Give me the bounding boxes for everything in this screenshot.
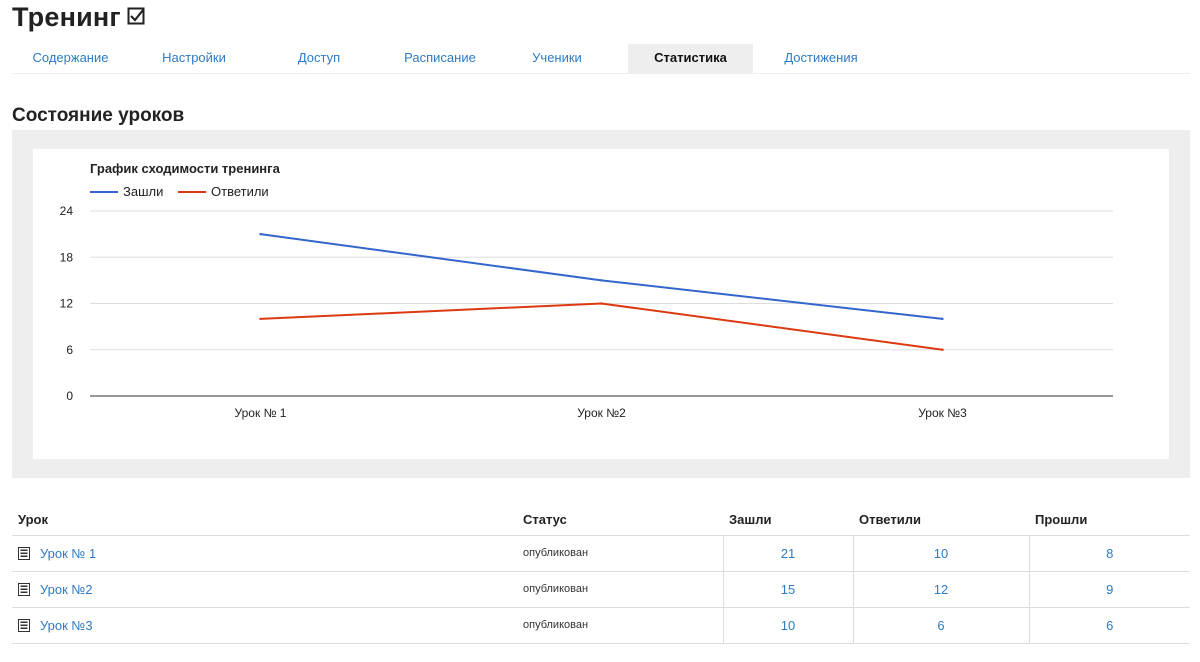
- document-list-icon: [18, 618, 30, 632]
- y-tick-label: 18: [60, 250, 74, 264]
- y-tick-label: 6: [66, 343, 73, 357]
- entered-count-link[interactable]: 15: [722, 571, 853, 608]
- y-tick-label: 0: [66, 389, 73, 403]
- answered-count-link[interactable]: 10: [852, 535, 1029, 572]
- x-tick-label: Урок № 1: [235, 406, 287, 420]
- lesson-link[interactable]: Урок №3: [40, 618, 93, 633]
- document-list-icon: [18, 546, 30, 560]
- header-lesson: Урок: [12, 505, 517, 536]
- table-row: Урок № 1 опубликован 21 10 8: [12, 535, 1190, 572]
- data-point: [941, 317, 944, 321]
- tab-content[interactable]: Содержание: [12, 44, 129, 74]
- tab-access[interactable]: Доступ: [284, 44, 354, 74]
- tab-achievements[interactable]: Достижения: [772, 44, 870, 74]
- section-title: Состояние уроков: [12, 105, 185, 126]
- answered-count-link[interactable]: 12: [852, 571, 1029, 608]
- legend-label: Зашли: [123, 184, 163, 199]
- header-answered: Ответили: [853, 505, 1029, 536]
- y-tick-label: 12: [60, 297, 74, 311]
- table-row: Урок №2 опубликован 15 12 9: [12, 571, 1190, 608]
- data-point: [259, 317, 262, 321]
- series-line-1: [260, 302, 943, 351]
- status-cell: опубликован: [517, 571, 723, 608]
- tab-bar: Содержание Настройки Доступ Расписание У…: [12, 40, 1190, 74]
- header-entered: Зашли: [723, 505, 853, 536]
- passed-count-link[interactable]: 8: [1028, 535, 1190, 572]
- status-cell: опубликован: [517, 535, 723, 572]
- series-line-0: [260, 233, 943, 320]
- data-point: [941, 348, 944, 351]
- tab-settings[interactable]: Настройки: [148, 44, 240, 74]
- chart-card: 0 6 12 18 24 Урок № 1 Урок №2 Урок №3 График сх…: [33, 149, 1169, 459]
- chart-title: График сходимости тренинга: [90, 161, 281, 176]
- legend-label: Ответили: [211, 184, 269, 199]
- x-tick-label: Урок №2: [577, 406, 626, 420]
- passed-count-link[interactable]: 9: [1028, 571, 1190, 608]
- answered-count-link[interactable]: 6: [852, 607, 1029, 644]
- lesson-cell: Урок №2: [12, 571, 517, 608]
- data-point: [600, 279, 603, 282]
- y-tick-label: 24: [60, 204, 74, 218]
- header-passed: Прошли: [1029, 505, 1190, 536]
- page-title-text: Тренинг: [12, 2, 121, 32]
- data-point: [259, 232, 262, 236]
- page-title: Тренинг: [12, 2, 145, 33]
- lessons-table: Урок Статус Зашли Ответили Прошли Урок №…: [12, 505, 1190, 644]
- tab-students[interactable]: Ученики: [517, 44, 597, 74]
- passed-count-link[interactable]: 6: [1028, 607, 1190, 644]
- header-status: Статус: [517, 505, 723, 536]
- lesson-cell: Урок №3: [12, 607, 517, 644]
- checkbox-checked-icon: [127, 7, 145, 25]
- entered-count-link[interactable]: 21: [722, 535, 853, 572]
- entered-count-link[interactable]: 10: [722, 607, 853, 644]
- line-chart: 0 6 12 18 24 Урок № 1 Урок №2 Урок №3 График сх…: [60, 161, 1113, 420]
- table-header-row: Урок Статус Зашли Ответили Прошли: [12, 505, 1190, 536]
- document-list-icon: [18, 582, 30, 596]
- x-tick-label: Урок №3: [918, 406, 967, 420]
- tab-statistics[interactable]: Статистика: [628, 44, 753, 74]
- data-point: [600, 302, 603, 305]
- lesson-link[interactable]: Урок №2: [40, 582, 93, 597]
- tab-schedule[interactable]: Расписание: [390, 44, 490, 74]
- status-cell: опубликован: [517, 607, 723, 644]
- lesson-cell: Урок № 1: [12, 535, 517, 572]
- chart-panel: 0 6 12 18 24 Урок № 1 Урок №2 Урок №3 График сх…: [12, 130, 1190, 478]
- lesson-link[interactable]: Урок № 1: [40, 546, 96, 561]
- table-row: Урок №3 опубликован 10 6 6: [12, 607, 1190, 644]
